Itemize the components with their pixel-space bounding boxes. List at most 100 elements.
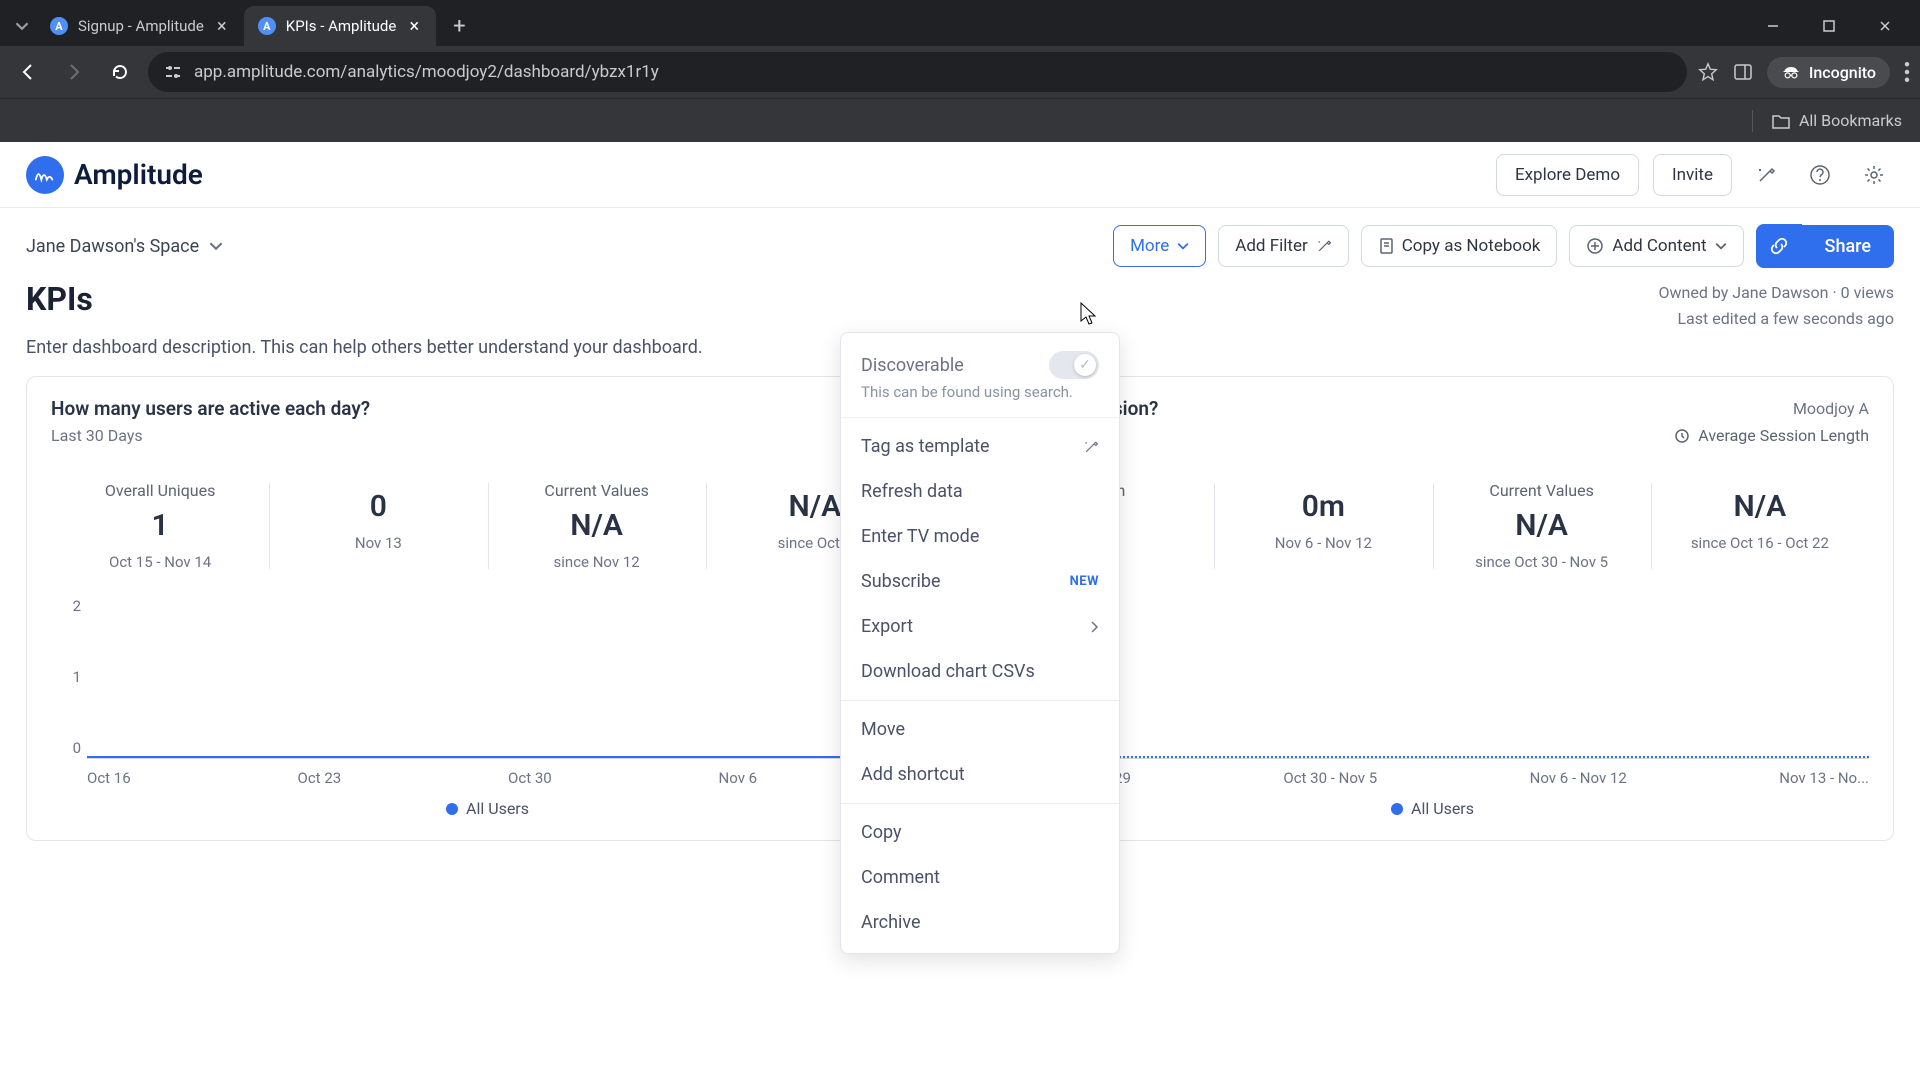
stat-range: since Nov 12: [496, 553, 698, 571]
legend-label: All Users: [466, 799, 529, 818]
divider: [841, 700, 1119, 701]
add-content-label: Add Content: [1612, 236, 1706, 256]
share-group: Share: [1756, 224, 1894, 268]
stat-range: since Oct 30 - Nov 5: [1441, 553, 1643, 571]
plot: [1032, 597, 1869, 759]
copy-as-notebook-button[interactable]: Copy as Notebook: [1361, 225, 1558, 267]
legend: All Users: [996, 799, 1869, 818]
window-controls: [1746, 9, 1912, 43]
tab-search-icon[interactable]: [8, 12, 36, 40]
address-bar[interactable]: app.amplitude.com/analytics/moodjoy2/das…: [148, 52, 1687, 92]
tab-signup[interactable]: A Signup - Amplitude ×: [36, 6, 244, 46]
stat-label: Overall Uniques: [59, 481, 261, 500]
menu-download-csvs[interactable]: Download chart CSVs: [841, 649, 1119, 694]
forward-icon[interactable]: [56, 54, 92, 90]
menu-label: Add shortcut: [861, 764, 965, 785]
plus-circle-icon: [1586, 237, 1604, 255]
x-tick: Nov 13 - No...: [1779, 769, 1869, 787]
share-button[interactable]: Share: [1802, 225, 1894, 268]
close-icon[interactable]: ×: [406, 18, 422, 34]
menu-export[interactable]: Export: [841, 604, 1119, 649]
copy-link-button[interactable]: [1756, 224, 1802, 268]
menu-label: Subscribe: [861, 571, 941, 592]
stat-week-value: 0m Nov 6 - Nov 12: [1214, 477, 1432, 575]
stat-overall-uniques: Overall Uniques 1 Oct 15 - Nov 14: [51, 477, 269, 575]
reload-icon[interactable]: [102, 54, 138, 90]
x-tick: Oct 30 - Nov 5: [1283, 769, 1377, 787]
y-axis: 2 1 0: [51, 597, 81, 759]
magic-wand-icon: [1083, 439, 1099, 455]
url-text: app.amplitude.com/analytics/moodjoy2/das…: [194, 62, 659, 82]
x-tick: Oct 16: [87, 769, 131, 787]
page-title[interactable]: KPIs: [26, 280, 93, 318]
add-filter-button[interactable]: Add Filter: [1218, 225, 1348, 267]
magic-wand-icon: [1316, 238, 1332, 254]
minimize-icon[interactable]: [1746, 9, 1800, 43]
invite-button[interactable]: Invite: [1653, 154, 1732, 196]
menu-refresh-data[interactable]: Refresh data: [841, 469, 1119, 514]
menu-comment[interactable]: Comment: [841, 855, 1119, 900]
x-tick: Nov 6: [719, 769, 758, 787]
divider: [841, 803, 1119, 804]
discoverable-toggle[interactable]: ✓: [1049, 351, 1099, 379]
link-icon: [1769, 236, 1789, 256]
stat-day: 0 Nov 13: [269, 477, 487, 575]
chart: Oct 23 - Oct 29 Oct 30 - Nov 5 Nov 6 - N…: [996, 597, 1869, 818]
menu-archive[interactable]: Archive: [841, 900, 1119, 945]
chart-area: 2 1 0 Oct 16 Oct 23 Oct 30 Nov 6: [51, 597, 924, 787]
all-bookmarks-button[interactable]: All Bookmarks: [1771, 111, 1902, 130]
chevron-down-icon: [209, 239, 223, 253]
incognito-badge[interactable]: Incognito: [1767, 57, 1890, 88]
side-panel-icon[interactable]: [1733, 62, 1753, 82]
card-subtitle: Last 30 Days: [51, 426, 143, 445]
menu-label: Refresh data: [861, 481, 963, 502]
card-metric-label: Average Session Length: [1674, 426, 1869, 445]
divider: [841, 417, 1119, 418]
menu-label: Comment: [861, 867, 940, 888]
site-settings-icon[interactable]: [162, 61, 184, 83]
menu-add-shortcut[interactable]: Add shortcut: [841, 752, 1119, 797]
legend: All Users: [51, 799, 924, 818]
bookmark-star-icon[interactable]: [1697, 61, 1719, 83]
stats-row: ength 19 0m Nov 6 - Nov 12 Current Value…: [996, 477, 1869, 575]
gear-icon[interactable]: [1854, 155, 1894, 195]
explore-demo-button[interactable]: Explore Demo: [1496, 154, 1639, 196]
menu-tv-mode[interactable]: Enter TV mode: [841, 514, 1119, 559]
card-active-users[interactable]: How many users are active each day? M La…: [26, 376, 949, 841]
legend-dot-icon: [1391, 803, 1403, 815]
x-tick: Oct 30: [508, 769, 552, 787]
menu-label: Enter TV mode: [861, 526, 979, 547]
back-icon[interactable]: [10, 54, 46, 90]
card-head: How many users are active each day? M: [51, 397, 924, 420]
discoverable-sub: This can be found using search.: [861, 383, 1099, 401]
stat-current-values: Current Values N/A since Oct 30 - Nov 5: [1433, 477, 1651, 575]
magic-wand-icon[interactable]: [1746, 155, 1786, 195]
page-title-row: KPIs Owned by Jane Dawson · 0 views Last…: [0, 268, 1920, 337]
toggle-knob: ✓: [1074, 354, 1096, 376]
tab-kpis[interactable]: A KPIs - Amplitude ×: [244, 6, 437, 46]
browser-menu-icon[interactable]: [1904, 62, 1910, 82]
discoverable-label: Discoverable: [861, 355, 964, 376]
chevron-down-icon: [1715, 240, 1727, 252]
menu-tag-as-template[interactable]: Tag as template: [841, 424, 1119, 469]
chevron-right-icon: [1089, 621, 1099, 633]
maximize-icon[interactable]: [1802, 9, 1856, 43]
close-icon[interactable]: ×: [214, 18, 230, 34]
menu-subscribe[interactable]: Subscribe NEW: [841, 559, 1119, 604]
menu-copy[interactable]: Copy: [841, 810, 1119, 855]
menu-label: Download chart CSVs: [861, 661, 1035, 682]
stat-value: N/A: [1441, 508, 1643, 543]
add-filter-label: Add Filter: [1235, 236, 1307, 256]
new-badge: NEW: [1070, 574, 1099, 589]
menu-move[interactable]: Move: [841, 707, 1119, 752]
new-tab-button[interactable]: +: [442, 9, 476, 43]
close-window-icon[interactable]: [1858, 9, 1912, 43]
tab-title: KPIs - Amplitude: [286, 17, 397, 35]
amplitude-logo[interactable]: Amplitude: [26, 156, 203, 194]
add-content-button[interactable]: Add Content: [1569, 225, 1743, 267]
more-button[interactable]: More: [1113, 225, 1206, 267]
space-selector[interactable]: Jane Dawson's Space: [26, 236, 223, 257]
all-bookmarks-label: All Bookmarks: [1799, 111, 1902, 130]
help-icon[interactable]: [1800, 155, 1840, 195]
last-edited-text: Last edited a few seconds ago: [1658, 306, 1894, 332]
